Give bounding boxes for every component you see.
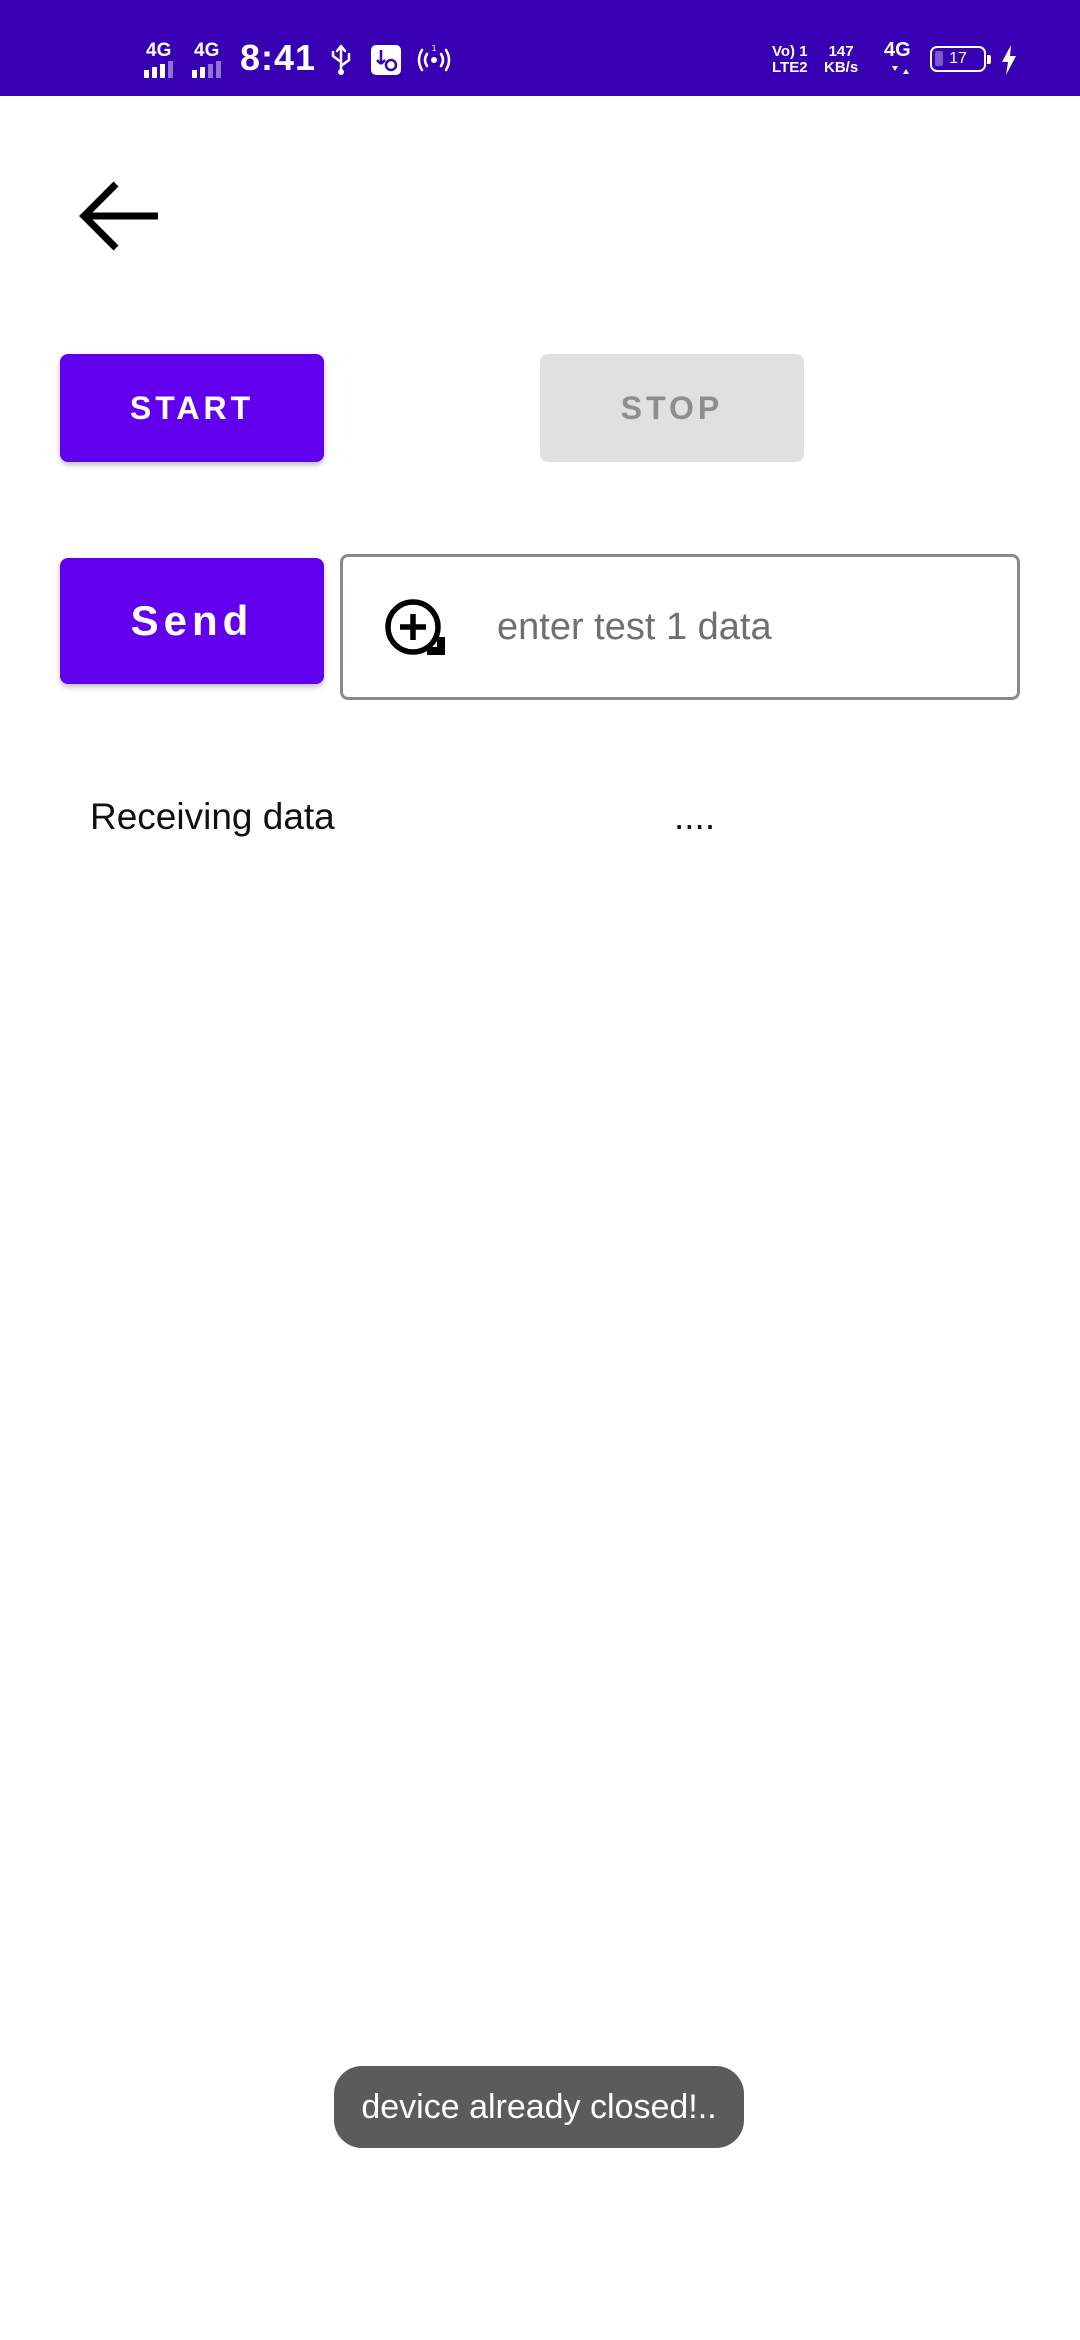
receiving-data-value: .... bbox=[674, 796, 716, 837]
sim2-network-type: 4G bbox=[194, 40, 220, 61]
add-circle-icon[interactable] bbox=[383, 597, 447, 661]
test-data-input[interactable] bbox=[497, 587, 997, 667]
back-button[interactable] bbox=[72, 168, 168, 264]
usb-debug-icon bbox=[371, 45, 401, 75]
charging-icon bbox=[1002, 45, 1016, 75]
battery-icon: 17 bbox=[930, 46, 991, 72]
data-activity-icon bbox=[892, 66, 909, 74]
data-network-type: 4G bbox=[884, 39, 911, 61]
volte-bottom-label: LTE2 bbox=[772, 59, 808, 76]
volte-indicator: Vo) 1 LTE2 bbox=[772, 44, 808, 76]
send-button[interactable]: Send bbox=[60, 558, 324, 684]
status-bar: 4G 4G 8:41 1 Vo) 1 LTE2 147 KB/s 4G 17 bbox=[0, 0, 1080, 96]
status-time: 8:41 bbox=[240, 37, 317, 78]
svg-text:1: 1 bbox=[431, 44, 436, 53]
hotspot-icon: 1 bbox=[417, 44, 451, 72]
arrow-back-icon bbox=[79, 181, 158, 251]
network-speed: 147 KB/s bbox=[824, 44, 858, 76]
speed-unit: KB/s bbox=[824, 59, 859, 76]
test-data-input-box[interactable] bbox=[340, 554, 1020, 700]
battery-level: 17 bbox=[949, 50, 967, 67]
usb-icon bbox=[331, 44, 351, 75]
toast-message: device already closed!.. bbox=[334, 2066, 744, 2148]
speed-value: 147 bbox=[828, 43, 854, 60]
sim1-signal-icon: 4G bbox=[144, 40, 184, 78]
sim2-signal-icon: 4G bbox=[192, 40, 232, 78]
receiving-data-label: Receiving data bbox=[90, 796, 335, 837]
stop-button[interactable]: STOP bbox=[540, 354, 804, 462]
sim1-network-type: 4G bbox=[146, 40, 172, 61]
volte-top-label: Vo) 1 bbox=[772, 43, 808, 60]
start-button[interactable]: START bbox=[60, 354, 324, 462]
